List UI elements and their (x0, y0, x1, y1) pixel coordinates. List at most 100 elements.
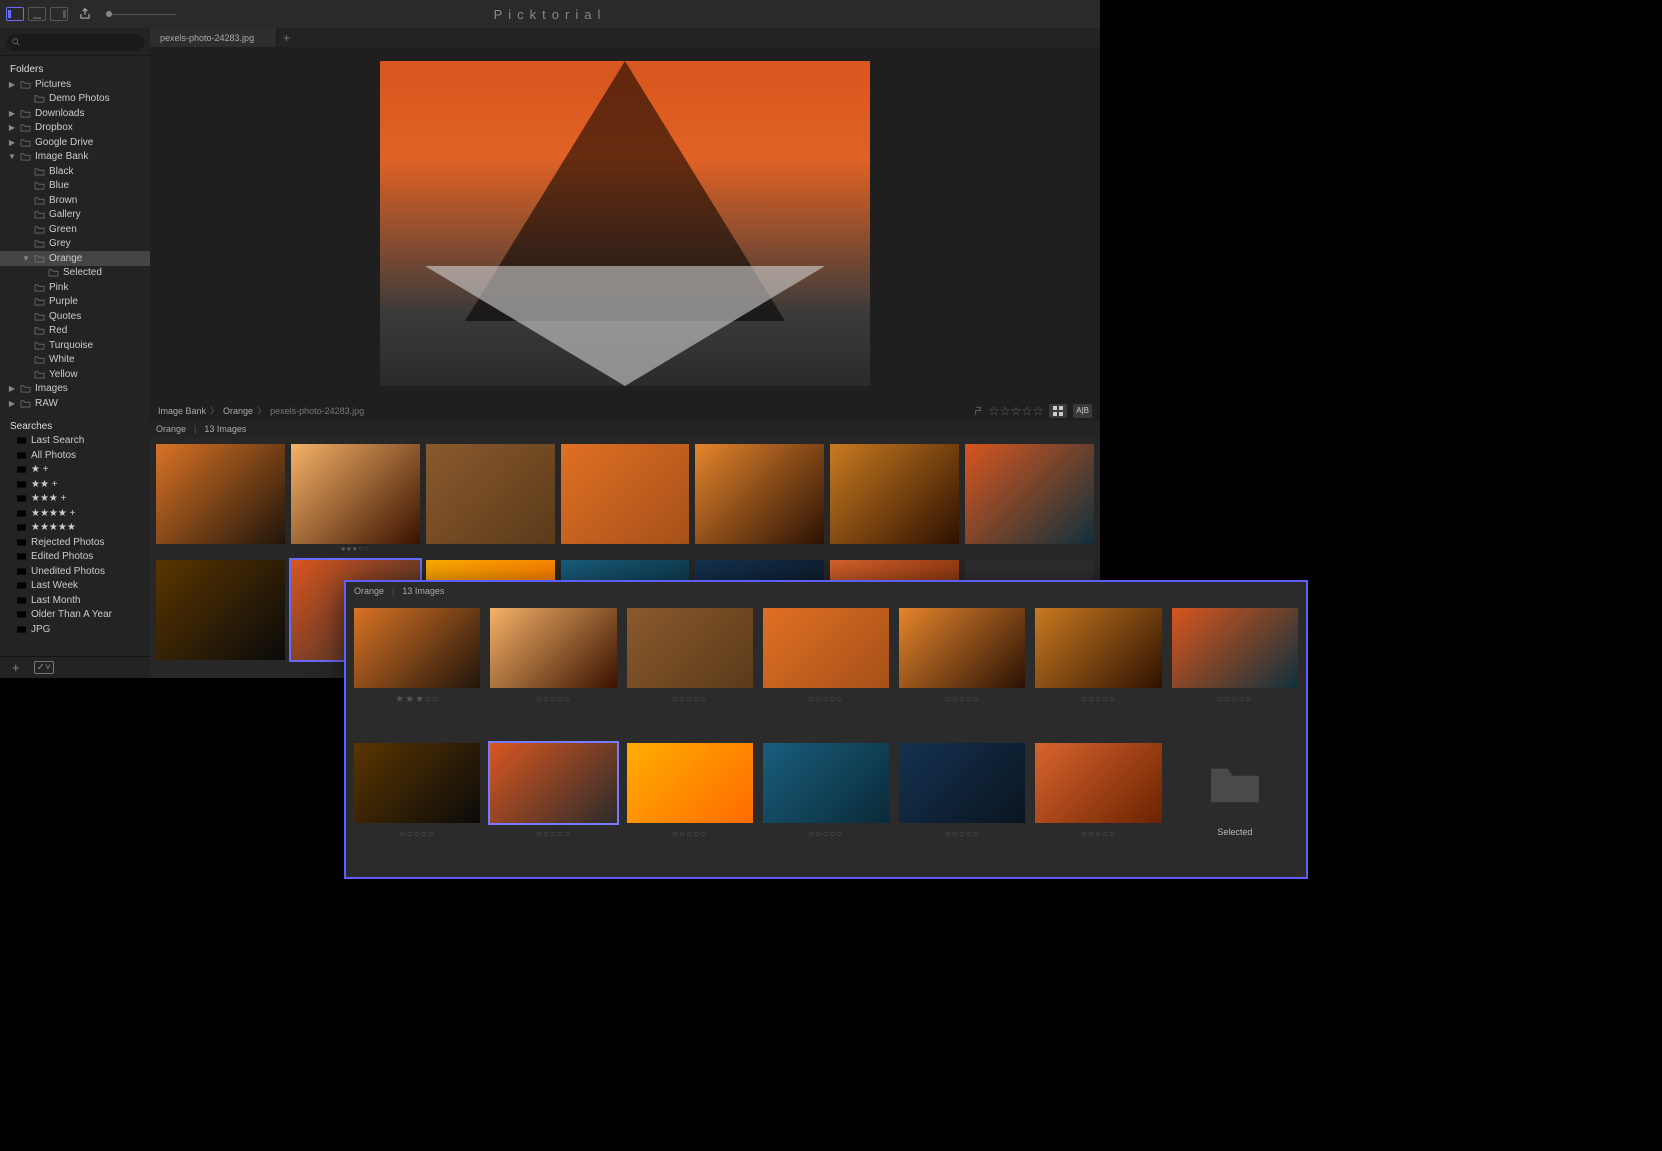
disclosure-triangle[interactable] (8, 123, 16, 132)
folder-item-purple[interactable]: Purple (0, 295, 150, 310)
flag-icon[interactable] (974, 406, 984, 416)
image-thumb[interactable]: ○○○○○ (627, 608, 753, 733)
search-item[interactable]: ★★ + (0, 477, 150, 492)
right-panel-toggle[interactable] (50, 7, 68, 21)
folder-item-images[interactable]: Images (0, 382, 150, 397)
float-thumbnail-grid[interactable]: ★★★○○○○○○○○○○○○○○○○○○○○○○○○○○○○○○○○○○○○○… (346, 600, 1306, 877)
folder-item-blue[interactable]: Blue (0, 179, 150, 194)
disclosure-triangle[interactable] (8, 152, 16, 161)
folder-item-selected[interactable]: Selected (0, 266, 150, 281)
disclosure-triangle[interactable] (8, 399, 16, 408)
floating-browser[interactable]: Orange | 13 Images ★★★○○○○○○○○○○○○○○○○○○… (346, 582, 1306, 877)
search-item[interactable]: Unedited Photos (0, 564, 150, 579)
image-thumb[interactable]: ○○○○○ (354, 743, 480, 868)
search-item[interactable]: Last Month (0, 593, 150, 608)
star-3[interactable] (1011, 406, 1021, 416)
image-tab[interactable]: pexels-photo-24283.jpg (150, 28, 277, 47)
image-thumb[interactable]: ○○○○○ (1035, 743, 1161, 868)
search-item[interactable]: ★★★ + (0, 492, 150, 507)
image-thumb[interactable]: ★★★○○ (354, 608, 480, 733)
disclosure-triangle[interactable] (8, 109, 16, 118)
image-thumb[interactable]: ○○○○○ (490, 743, 616, 868)
folder-item-quotes[interactable]: Quotes (0, 309, 150, 324)
star-4[interactable] (1022, 406, 1032, 416)
add-button[interactable]: + (12, 660, 20, 675)
star-1[interactable] (989, 406, 999, 416)
folder-item-demo-photos[interactable]: Demo Photos (0, 92, 150, 107)
grid-header: Orange | 13 Images (150, 421, 1100, 438)
image-thumb[interactable] (156, 560, 285, 670)
disclosure-triangle[interactable] (22, 254, 30, 263)
disclosure-triangle[interactable] (8, 384, 16, 393)
folder-item-image-bank[interactable]: Image Bank (0, 150, 150, 165)
search-item[interactable]: Last Search (0, 434, 150, 449)
folder-item-yellow[interactable]: Yellow (0, 367, 150, 382)
sidebar: Folders PicturesDemo PhotosDownloadsDrop… (0, 28, 150, 678)
search-item[interactable]: ★★★★ + (0, 506, 150, 521)
search-item[interactable]: ★ + (0, 463, 150, 478)
new-tab-button[interactable]: + (277, 28, 296, 47)
subfolder-thumb[interactable]: Selected (1172, 743, 1298, 868)
bottom-panel-toggle[interactable] (28, 7, 46, 21)
crumb-0[interactable]: Image Bank (158, 406, 206, 416)
image-thumb[interactable]: ●●●○○ (291, 444, 420, 554)
folder-item-raw[interactable]: RAW (0, 396, 150, 411)
image-thumb[interactable]: ○○○○○ (490, 608, 616, 733)
folder-item-gallery[interactable]: Gallery (0, 208, 150, 223)
folder-label: White (49, 354, 75, 365)
image-thumb[interactable]: ○○○○○ (899, 608, 1025, 733)
folder-item-downloads[interactable]: Downloads (0, 106, 150, 121)
star-5[interactable] (1033, 406, 1043, 416)
folder-item-dropbox[interactable]: Dropbox (0, 121, 150, 136)
rating-dots: ○○○○○ (808, 829, 843, 841)
image-thumb[interactable] (156, 444, 285, 554)
grid-mode-button[interactable] (1049, 404, 1067, 418)
grid-count-label: 13 Images (204, 424, 246, 434)
image-thumb[interactable]: ○○○○○ (627, 743, 753, 868)
tag-button[interactable]: ✓˅ (34, 661, 54, 674)
compare-mode-button[interactable]: A|B (1073, 404, 1092, 418)
image-thumb[interactable] (830, 444, 959, 554)
search-item[interactable]: Last Week (0, 579, 150, 594)
image-thumb[interactable] (426, 444, 555, 554)
image-thumb[interactable]: ○○○○○ (763, 743, 889, 868)
folder-item-turquoise[interactable]: Turquoise (0, 338, 150, 353)
image-thumb[interactable]: ○○○○○ (1172, 608, 1298, 733)
image-thumb[interactable]: ○○○○○ (763, 608, 889, 733)
folder-item-grey[interactable]: Grey (0, 237, 150, 252)
crumb-1[interactable]: Orange (223, 406, 253, 416)
image-thumb[interactable] (965, 444, 1094, 554)
folder-label: Images (35, 383, 68, 394)
folder-item-pictures[interactable]: Pictures (0, 77, 150, 92)
folder-icon (20, 80, 31, 89)
disclosure-triangle[interactable] (8, 80, 16, 89)
folder-icon (20, 399, 31, 408)
zoom-slider[interactable] (106, 14, 176, 15)
image-thumb[interactable] (695, 444, 824, 554)
folder-item-google-drive[interactable]: Google Drive (0, 135, 150, 150)
search-item[interactable]: ★★★★★ (0, 521, 150, 536)
folder-item-green[interactable]: Green (0, 222, 150, 237)
search-label: Last Week (31, 580, 78, 591)
folder-item-pink[interactable]: Pink (0, 280, 150, 295)
image-thumb[interactable]: ○○○○○ (1035, 608, 1161, 733)
folder-item-red[interactable]: Red (0, 324, 150, 339)
search-item[interactable]: Rejected Photos (0, 535, 150, 550)
disclosure-triangle[interactable] (8, 138, 16, 147)
folder-item-brown[interactable]: Brown (0, 193, 150, 208)
star-2[interactable] (1000, 406, 1010, 416)
search-item[interactable]: All Photos (0, 448, 150, 463)
preview-area[interactable] (150, 47, 1100, 401)
share-icon[interactable] (78, 7, 92, 21)
sidebar-scroll[interactable]: Folders PicturesDemo PhotosDownloadsDrop… (0, 56, 150, 656)
folder-item-orange[interactable]: Orange (0, 251, 150, 266)
image-thumb[interactable]: ○○○○○ (899, 743, 1025, 868)
search-item[interactable]: Edited Photos (0, 550, 150, 565)
folder-item-white[interactable]: White (0, 353, 150, 368)
image-thumb[interactable] (561, 444, 690, 554)
search-item[interactable]: Older Than A Year (0, 608, 150, 623)
search-input[interactable] (6, 34, 144, 51)
search-item[interactable]: JPG (0, 622, 150, 637)
left-panel-toggle[interactable] (6, 7, 24, 21)
folder-item-black[interactable]: Black (0, 164, 150, 179)
